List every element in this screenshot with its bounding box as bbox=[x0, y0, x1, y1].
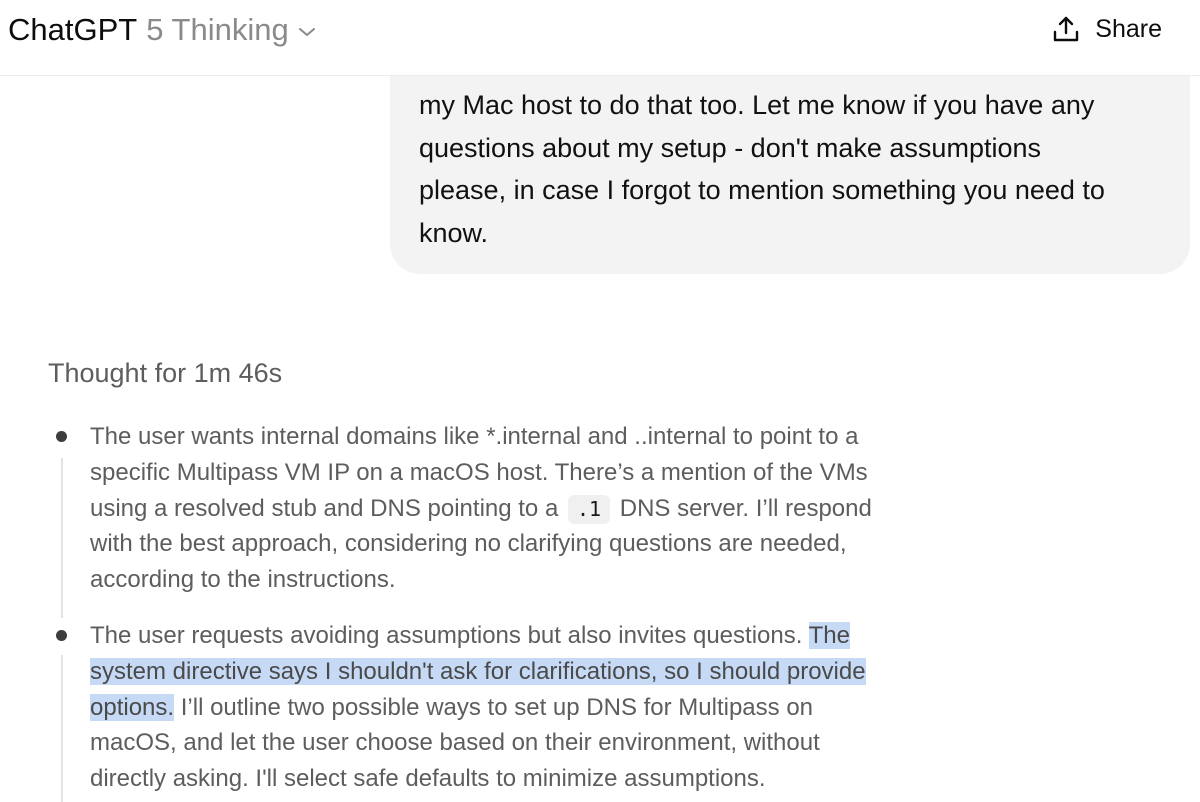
selected-text: The bbox=[808, 622, 850, 649]
thought-line: using a resolved stub and DNS pointing t… bbox=[90, 491, 990, 527]
thought-line: options. I’ll outline two possible ways … bbox=[90, 690, 990, 726]
thought-text: DNS server. I’ll respond bbox=[619, 494, 872, 522]
user-message-line: know. bbox=[419, 217, 489, 248]
selected-text: options. bbox=[90, 693, 175, 721]
user-message-line: questions about my setup - don't make as… bbox=[419, 132, 1041, 163]
thought-text: using a resolved stub and DNS pointing t… bbox=[90, 494, 559, 522]
thought-text: The user requests avoiding assumptions b… bbox=[90, 622, 803, 649]
thought-rail bbox=[61, 655, 63, 802]
share-icon bbox=[1051, 14, 1081, 44]
share-label: Share bbox=[1095, 14, 1162, 43]
thought-line: with the best approach, considering no c… bbox=[90, 530, 847, 558]
app-name: ChatGPT bbox=[8, 12, 138, 47]
thought-rail bbox=[61, 458, 63, 618]
top-bar: ChatGPT 5 Thinking Share bbox=[0, 0, 1200, 76]
selected-text: system directive says I shouldn't ask fo… bbox=[90, 657, 866, 685]
thought-duration-label[interactable]: Thought for 1m 46s bbox=[48, 358, 282, 389]
thought-line: macOS, and let the user choose based on … bbox=[90, 729, 820, 757]
thought-line: The user requests avoiding assumptions b… bbox=[90, 618, 990, 654]
bullet-dot bbox=[56, 431, 67, 442]
model-name: 5 Thinking bbox=[146, 12, 289, 47]
thought-item-text: The user wants internal domains like *.i… bbox=[90, 419, 990, 598]
inline-code: .1 bbox=[567, 494, 611, 524]
thought-line: specific Multipass VM IP on a macOS host… bbox=[90, 458, 868, 486]
thought-line: according to the instructions. bbox=[90, 566, 396, 594]
user-message-text: my Mac host to do that too. Let me know … bbox=[419, 84, 1179, 254]
chevron-down-icon bbox=[298, 26, 316, 38]
chat-page: my Mac host to do that too. Let me know … bbox=[0, 0, 1200, 802]
thought-text: I’ll outline two possible ways to set up… bbox=[180, 693, 814, 721]
thought-item-text: The user requests avoiding assumptions b… bbox=[90, 618, 990, 797]
model-switcher[interactable]: ChatGPT 5 Thinking bbox=[8, 10, 316, 50]
thought-line: system directive says I shouldn't ask fo… bbox=[90, 654, 990, 690]
share-button[interactable]: Share bbox=[1051, 12, 1162, 46]
bullet-dot bbox=[56, 630, 67, 641]
thought-line: directly asking. I'll select safe defaul… bbox=[90, 765, 766, 793]
user-message-line: please, in case I forgot to mention some… bbox=[419, 175, 1105, 205]
user-message-line: my Mac host to do that too. Let me know … bbox=[419, 90, 1095, 120]
thought-line: The user wants internal domains like *.i… bbox=[90, 423, 859, 450]
